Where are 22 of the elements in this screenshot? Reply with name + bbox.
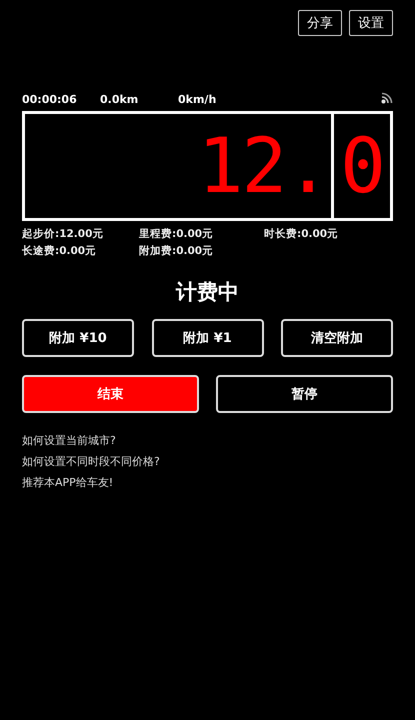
surcharge-button[interactable]: 附加 ¥1 [152, 319, 264, 357]
fee-label: 附加费:0.00元 [139, 244, 214, 258]
fee-label: 长途费:0.00元 [22, 244, 98, 258]
help-link[interactable]: 如何设置不同时段不同价格? [22, 454, 160, 469]
header-button[interactable]: 设置 [349, 10, 393, 36]
help-link[interactable]: 推荐本APP给车友! [22, 475, 114, 490]
fare-digit: 0 [340, 128, 384, 204]
signal-icon [381, 92, 393, 104]
trip-stat: 00:00:06 [22, 93, 78, 106]
trip-stat: 0km/h [178, 93, 216, 106]
surcharge-button[interactable]: 清空附加 [281, 319, 393, 357]
help-link[interactable]: 如何设置当前城市? [22, 433, 116, 448]
surcharge-button[interactable]: 附加 ¥10 [22, 319, 134, 357]
trip-stat: 0.0km [100, 93, 140, 106]
header-button[interactable]: 分享 [298, 10, 342, 36]
status-title: 计费中 [176, 279, 239, 306]
fee-label: 时长费:0.00元 [264, 227, 340, 241]
pause-button[interactable]: 暂停 [216, 375, 393, 413]
fee-label: 里程费:0.00元 [139, 227, 214, 241]
fee-label: 起步价:12.00元 [22, 227, 104, 241]
fare-digits: 12. [198, 128, 329, 204]
end-button[interactable]: 结束 [22, 375, 199, 413]
